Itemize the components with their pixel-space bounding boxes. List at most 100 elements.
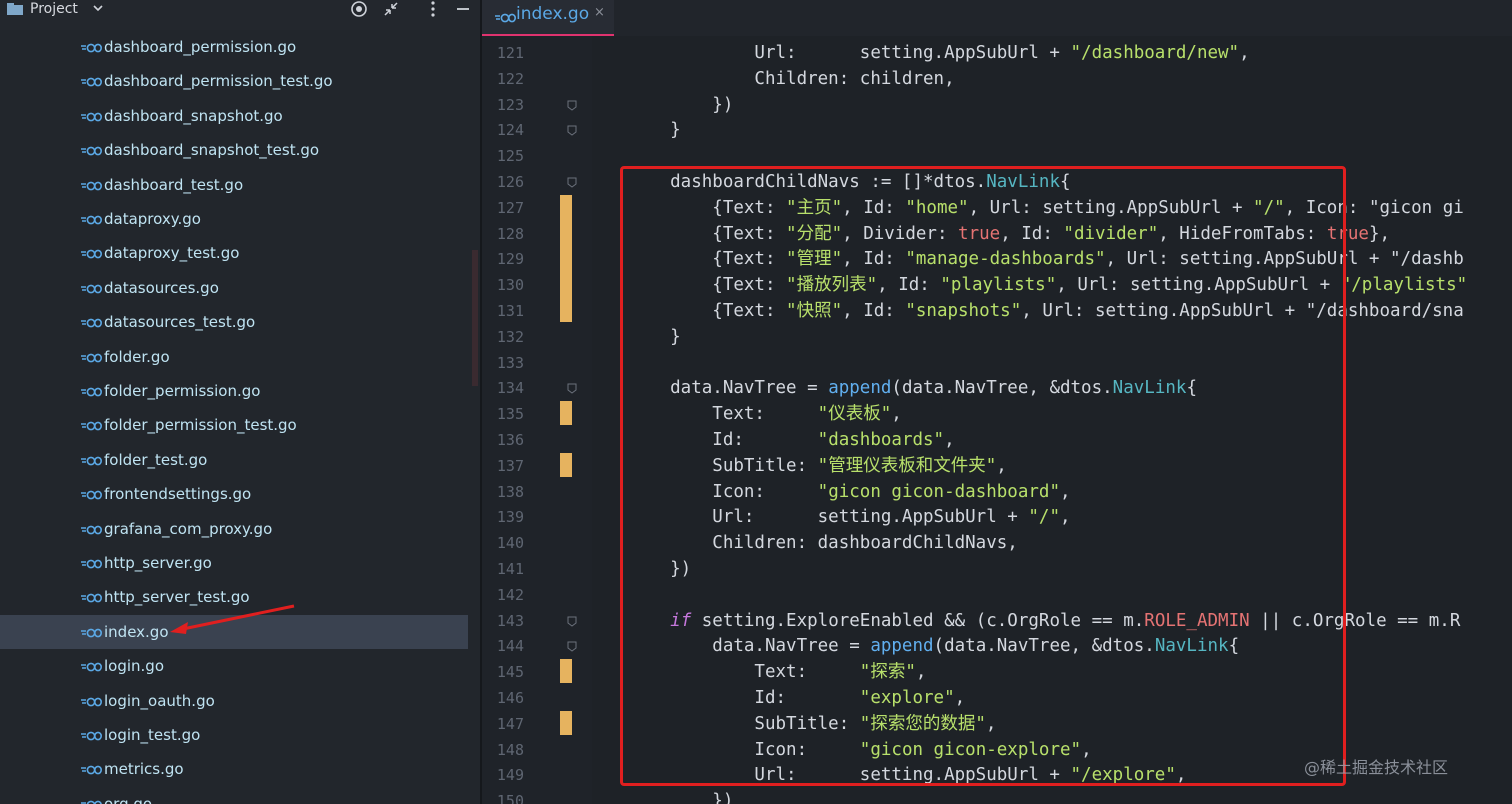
go-file-icon bbox=[495, 13, 516, 23]
file-item[interactable]: folder_permission.go bbox=[0, 374, 468, 408]
code-editor[interactable]: 121 122 123 124 125 126 127 128 129 130 131 132 133 1… bbox=[482, 36, 1512, 804]
line-number: 133 bbox=[496, 353, 524, 372]
file-item[interactable]: org.go bbox=[0, 787, 468, 804]
file-item[interactable]: dataproxy_test.go bbox=[0, 236, 468, 270]
chevron-down-icon[interactable] bbox=[92, 0, 104, 18]
line-number: 143 bbox=[496, 611, 524, 630]
file-name: dataproxy.go bbox=[104, 210, 201, 228]
file-name: metrics.go bbox=[104, 760, 184, 779]
file-item[interactable]: folder.go bbox=[0, 340, 468, 374]
line-number: 139 bbox=[496, 508, 524, 527]
file-item[interactable]: dashboard_test.go bbox=[0, 168, 468, 202]
go-file-icon bbox=[81, 249, 102, 259]
file-item[interactable]: login.go bbox=[0, 649, 468, 683]
line-number: 150 bbox=[496, 792, 524, 804]
file-item[interactable]: dashboard_snapshot.go bbox=[0, 99, 468, 133]
go-file-icon bbox=[81, 215, 102, 225]
red-highlight-box bbox=[620, 166, 1346, 786]
fold-icon[interactable] bbox=[566, 615, 578, 627]
go-file-icon bbox=[81, 387, 102, 397]
go-file-icon bbox=[81, 662, 102, 672]
line-number: 146 bbox=[496, 689, 524, 707]
change-marker bbox=[560, 401, 572, 425]
line-number: 132 bbox=[496, 327, 524, 346]
file-name: dashboard_snapshot.go bbox=[104, 106, 283, 125]
go-file-icon bbox=[81, 525, 102, 534]
go-file-icon bbox=[81, 318, 102, 328]
code-line[interactable]: Url: setting.AppSubUrl + "/dashboard/new… bbox=[628, 42, 1249, 64]
fold-icon[interactable] bbox=[566, 176, 578, 188]
file-item[interactable]: dataproxy.go bbox=[0, 202, 468, 236]
file-name: frontendsettings.go bbox=[104, 485, 252, 504]
project-sidebar: Project dashboard_permission.go dashboard… bbox=[0, 0, 480, 804]
collapse-icon[interactable] bbox=[382, 0, 400, 18]
code-line[interactable]: }) bbox=[628, 94, 733, 116]
project-folder-icon[interactable] bbox=[6, 2, 24, 16]
go-file-icon bbox=[81, 628, 102, 638]
line-number: 124 bbox=[496, 121, 524, 140]
code-line[interactable]: }) bbox=[628, 790, 733, 804]
file-item[interactable]: folder_permission_test.go bbox=[0, 408, 468, 442]
line-number: 127 bbox=[496, 198, 524, 217]
file-name: folder_permission_test.go bbox=[104, 416, 297, 435]
line-number: 130 bbox=[496, 276, 524, 295]
go-file-icon bbox=[81, 146, 102, 156]
file-name: dashboard_permission_test.go bbox=[104, 72, 333, 91]
file-name: dashboard_test.go bbox=[104, 175, 244, 194]
minimize-icon[interactable] bbox=[454, 0, 472, 18]
fold-icon[interactable] bbox=[566, 382, 578, 395]
file-name: grafana_com_proxy.go bbox=[104, 519, 273, 538]
file-name: org.go bbox=[104, 794, 153, 804]
line-number: 129 bbox=[496, 250, 524, 269]
code-line[interactable]: Children: children, bbox=[628, 68, 954, 90]
file-item[interactable]: dashboard_permission.go bbox=[0, 30, 468, 64]
go-file-icon bbox=[81, 456, 102, 466]
file-item[interactable]: login_test.go bbox=[0, 718, 468, 752]
file-item[interactable]: datasources_test.go bbox=[0, 305, 468, 339]
change-marker bbox=[560, 710, 572, 735]
go-file-icon bbox=[81, 112, 102, 122]
line-number: 141 bbox=[496, 560, 524, 578]
line-number: 131 bbox=[496, 302, 524, 320]
fold-icon[interactable] bbox=[566, 99, 578, 111]
file-item[interactable]: datasources.go bbox=[0, 271, 468, 305]
file-item[interactable]: dashboard_snapshot_test.go bbox=[0, 133, 468, 167]
file-item[interactable]: grafana_com_proxy.go bbox=[0, 512, 468, 546]
target-icon[interactable] bbox=[350, 0, 368, 18]
go-file-icon bbox=[81, 697, 102, 706]
file-name: dashboard_permission.go bbox=[104, 38, 297, 56]
more-vertical-icon[interactable] bbox=[424, 0, 442, 18]
fold-icon[interactable] bbox=[566, 124, 578, 137]
go-file-icon bbox=[81, 559, 102, 569]
file-name: http_server.go bbox=[104, 554, 212, 572]
go-file-icon bbox=[81, 43, 102, 53]
change-marker bbox=[560, 194, 572, 322]
tab-index-go[interactable]: index.go × bbox=[482, 0, 614, 36]
line-number: 140 bbox=[496, 534, 524, 553]
file-name: datasources_test.go bbox=[104, 313, 256, 332]
file-item[interactable]: login_oauth.go bbox=[0, 684, 468, 718]
file-item[interactable]: http_server.go bbox=[0, 546, 468, 580]
change-marker bbox=[560, 659, 572, 683]
line-number: 142 bbox=[496, 585, 524, 604]
line-number: 144 bbox=[496, 637, 524, 656]
project-title[interactable]: Project bbox=[30, 0, 78, 18]
line-number: 126 bbox=[496, 173, 524, 191]
file-item[interactable]: folder_test.go bbox=[0, 443, 468, 477]
file-name: index.go bbox=[104, 622, 169, 641]
fold-icon[interactable] bbox=[566, 640, 578, 653]
file-name: folder_permission.go bbox=[104, 382, 261, 400]
code-line[interactable]: } bbox=[628, 119, 681, 141]
sidebar-scrollbar[interactable] bbox=[472, 250, 478, 386]
file-item[interactable]: frontendsettings.go bbox=[0, 477, 468, 511]
line-number: 134 bbox=[496, 379, 524, 398]
file-item[interactable]: metrics.go bbox=[0, 752, 468, 786]
line-number: 136 bbox=[496, 431, 524, 449]
go-file-icon bbox=[81, 77, 102, 87]
file-item[interactable]: dashboard_permission_test.go bbox=[0, 64, 468, 98]
change-marker bbox=[560, 452, 572, 477]
close-icon[interactable]: × bbox=[594, 5, 605, 21]
file-name: login_oauth.go bbox=[104, 691, 215, 710]
editor-gutter: 121 122 123 124 125 126 127 128 129 130 131 132 133 1… bbox=[482, 36, 592, 804]
file-name: login_test.go bbox=[104, 726, 201, 744]
